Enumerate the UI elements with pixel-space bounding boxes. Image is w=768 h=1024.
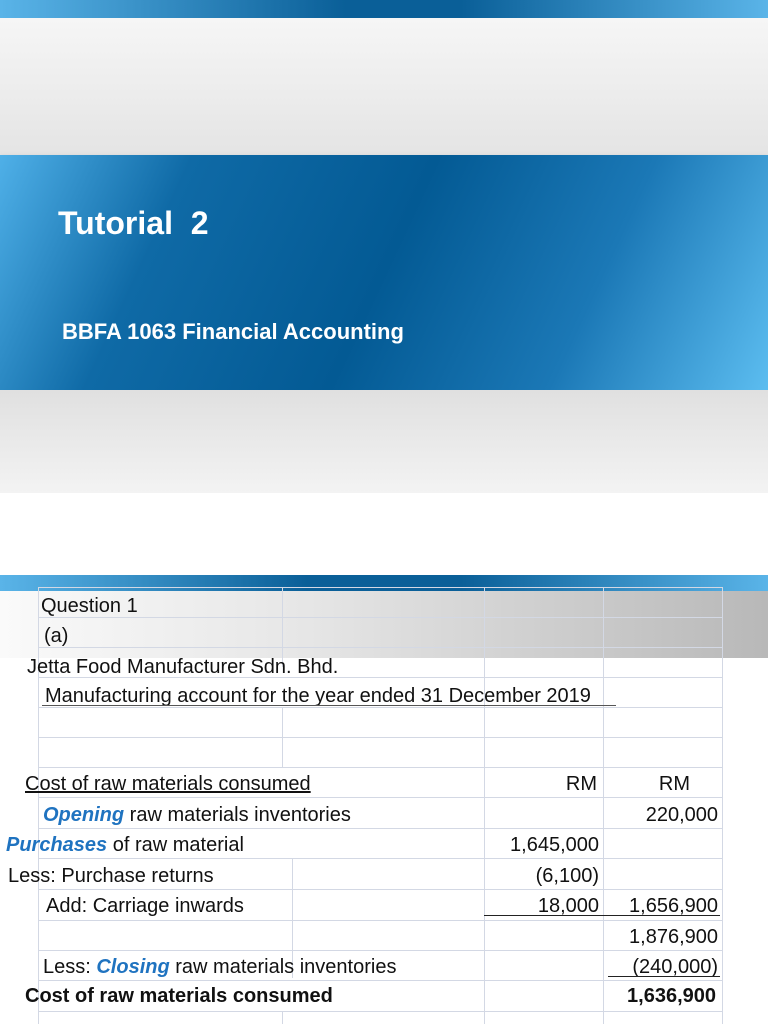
slide1-title-band bbox=[0, 155, 768, 390]
returns-col1: (6,100) bbox=[535, 865, 599, 887]
emphasis: Closing bbox=[96, 956, 170, 978]
slide1-header-bg bbox=[0, 18, 768, 156]
row-label: raw materials inventories bbox=[124, 804, 351, 826]
col-header-2: RM bbox=[658, 773, 690, 795]
slide1-footer-bg bbox=[0, 390, 768, 493]
emphasis: Purchases bbox=[6, 834, 108, 856]
slide-title: Tutorial 2 bbox=[58, 205, 209, 241]
row-prefix: Less: bbox=[43, 956, 97, 978]
total-value: 1,636,900 bbox=[627, 985, 716, 1007]
emphasis: Opening bbox=[43, 804, 125, 826]
row-purchases: Purchases of raw material bbox=[6, 833, 244, 857]
part-label: (a) bbox=[44, 625, 69, 647]
section-heading: Cost of raw materials consumed bbox=[25, 773, 311, 795]
slide2-top-bar bbox=[0, 575, 768, 591]
row-closing: Less: Closing raw materials inventories bbox=[43, 955, 396, 979]
row-label: raw materials inventories bbox=[169, 956, 397, 978]
question-label: Question 1 bbox=[41, 595, 138, 617]
row-carriage: Add: Carriage inwards bbox=[46, 895, 244, 917]
total-label: Cost of raw materials consumed bbox=[25, 985, 333, 1007]
col-header-1: RM bbox=[565, 773, 597, 795]
row-label: of raw material bbox=[107, 834, 244, 856]
purchases-col1: 1,645,000 bbox=[510, 834, 599, 856]
slide1-top-bar bbox=[0, 0, 768, 18]
slide-subtitle: BBFA 1063 Financial Accounting bbox=[62, 319, 404, 344]
row-opening: Opening raw materials inventories bbox=[43, 803, 351, 827]
company-name: Jetta Food Manufacturer Sdn. Bhd. bbox=[27, 656, 339, 678]
opening-col2: 220,000 bbox=[645, 804, 718, 826]
row-purchase-returns: Less: Purchase returns bbox=[8, 865, 214, 887]
subtotal-col2: 1,876,900 bbox=[629, 926, 718, 948]
